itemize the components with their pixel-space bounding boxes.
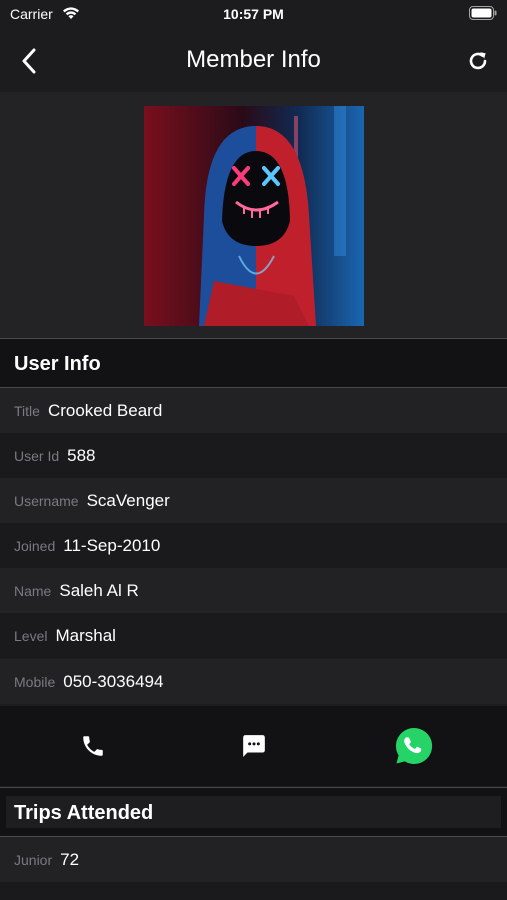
info-row-user-id: User Id 588 xyxy=(0,433,507,478)
row-value[interactable]: 050-3036494 xyxy=(63,672,163,692)
row-label: Joined xyxy=(14,537,56,554)
info-row-mobile[interactable]: Mobile 050-3036494 xyxy=(0,659,507,704)
row-label: Level xyxy=(14,627,48,644)
section-title: User Info xyxy=(14,353,101,375)
user-info-header: User Info xyxy=(0,338,507,388)
row-value: 72 xyxy=(60,849,80,869)
profile-area xyxy=(0,92,507,338)
info-row-title: Title Crooked Beard xyxy=(0,388,507,433)
row-value: Crooked Beard xyxy=(47,400,163,420)
row-value: 11-Sep-2010 xyxy=(63,535,161,555)
contact-actions xyxy=(0,706,507,786)
navigation-bar: Member Info xyxy=(0,30,507,90)
row-value: Saleh Al R xyxy=(59,580,139,600)
trips-row-next xyxy=(0,882,507,900)
status-time: 10:57 PM xyxy=(223,6,284,22)
row-label: Name xyxy=(14,582,52,599)
section-title: Trips Attended xyxy=(14,802,154,824)
whatsapp-button[interactable] xyxy=(394,726,434,766)
row-label: Username xyxy=(14,492,79,509)
phone-icon xyxy=(83,736,103,756)
trips-row-junior: Junior 72 xyxy=(0,837,507,882)
avatar[interactable] xyxy=(144,106,364,326)
page-title: Member Info xyxy=(186,46,321,73)
message-icon xyxy=(243,735,265,757)
refresh-icon xyxy=(469,52,487,70)
row-label: Junior xyxy=(14,851,53,868)
info-row-level: Level Marshal xyxy=(0,613,507,658)
status-bar: Carrier 10:57 PM xyxy=(0,0,507,30)
call-button[interactable] xyxy=(73,726,113,766)
whatsapp-icon xyxy=(395,727,433,764)
info-row-username: Username ScaVenger xyxy=(0,478,507,523)
message-button[interactable] xyxy=(234,726,274,766)
row-value: 588 xyxy=(67,445,96,465)
info-row-joined: Joined 11-Sep-2010 xyxy=(0,523,507,568)
row-label: Mobile xyxy=(14,673,56,690)
row-label: User Id xyxy=(14,447,60,464)
row-label: Title xyxy=(14,402,40,419)
battery-icon xyxy=(469,6,497,25)
row-value: Marshal xyxy=(55,625,116,645)
row-value: ScaVenger xyxy=(86,490,170,510)
trips-attended-header: Trips Attended xyxy=(0,787,507,837)
info-row-name: Name Saleh Al R xyxy=(0,568,507,613)
refresh-button[interactable] xyxy=(463,44,493,78)
